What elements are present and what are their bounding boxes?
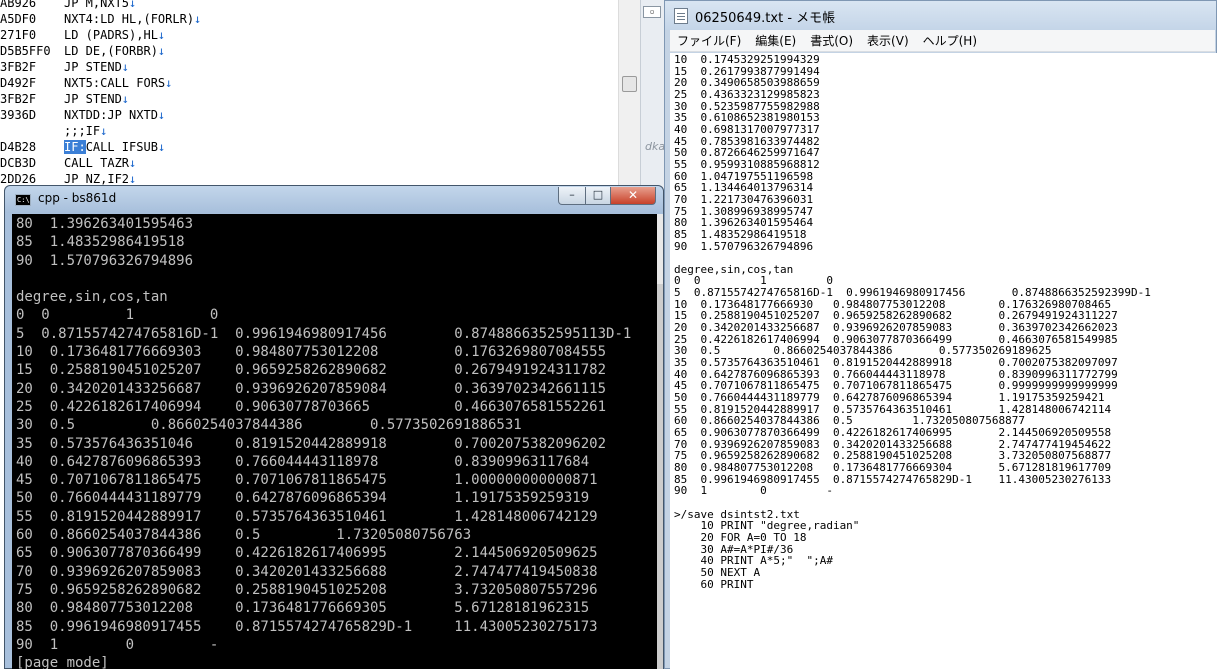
console-titlebar[interactable]: C:\ cpp - bs861d – □ ✕ — [5, 186, 663, 213]
line-arrow: ↓ — [100, 124, 108, 138]
line-arrow: ↓ — [157, 44, 166, 58]
line-arrow: ↓ — [129, 156, 137, 170]
line-arrow: ↓ — [129, 172, 137, 186]
console-output: 80 1.396263401595463 85 1.48352986419518… — [16, 216, 632, 669]
code-line: AB926 JP M,NXT5↓ — [0, 0, 136, 11]
code-line: D4B28 IF:CALL IFSUB↓ — [0, 140, 166, 154]
line-arrow: ↓ — [194, 12, 202, 26]
notepad-menubar: ファイル(F) 編集(E) 書式(O) 表示(V) ヘルプ(H) — [670, 30, 1215, 52]
line-arrow: ↓ — [129, 0, 137, 10]
console-screen[interactable]: 80 1.396263401595463 85 1.48352986419518… — [12, 214, 657, 669]
window-icon: ▫ — [643, 6, 661, 18]
code-line: 3936D NXTDD:JP NXTD↓ — [0, 108, 166, 122]
code-line: A5DF0 NXT4:LD HL,(FORLR)↓ — [0, 12, 202, 26]
text-fragment: dka — [645, 140, 666, 153]
code-line: ;;;IF↓ — [64, 124, 108, 138]
line-arrow: ↓ — [157, 108, 166, 122]
minimize-button[interactable]: – — [558, 187, 586, 205]
console-icon: C:\ — [15, 194, 31, 206]
line-arrow: ↓ — [157, 28, 166, 42]
console-scrollbar-thumb[interactable] — [657, 284, 663, 669]
notepad-titlebar[interactable]: 06250649.txt - メモ帳 — [665, 1, 1216, 30]
notepad-text-area[interactable]: 10 0.1745329251994329 15 0.2617993877991… — [670, 53, 1217, 669]
menu-format[interactable]: 書式(O) — [803, 30, 860, 52]
menu-help[interactable]: ヘルプ(H) — [916, 30, 984, 52]
console-scrollbar[interactable] — [657, 214, 663, 669]
line-arrow: ↓ — [121, 60, 130, 74]
notepad-icon — [674, 8, 688, 24]
code-line: D5B5FF0 LD DE,(FORBR)↓ — [0, 44, 166, 58]
code-line: DCB3D CALL TAZR↓ — [0, 156, 137, 170]
notepad-content[interactable]: 10 0.1745329251994329 15 0.2617993877991… — [674, 54, 1151, 590]
console-window: C:\ cpp - bs861d – □ ✕ 80 1.396263401595… — [4, 185, 664, 669]
code-line: D492F NXT5:CALL FORS↓ — [0, 76, 173, 90]
line-arrow: ↓ — [157, 140, 166, 154]
notepad-window: 06250649.txt - メモ帳 ファイル(F) 編集(E) 書式(O) 表示(V… — [664, 0, 1217, 669]
console-title: cpp - bs861d — [38, 191, 117, 205]
close-button[interactable]: ✕ — [610, 187, 656, 205]
line-arrow: ↓ — [121, 92, 130, 106]
menu-edit[interactable]: 編集(E) — [748, 30, 803, 52]
code-line: 271F0 LD (PADRS),HL↓ — [0, 28, 166, 42]
line-arrow: ↓ — [165, 76, 173, 90]
menu-file[interactable]: ファイル(F) — [670, 30, 748, 52]
scrollbar-thumb[interactable] — [622, 76, 637, 92]
code-line: 3FB2F JP STEND↓ — [0, 60, 130, 74]
code-line: 3FB2F JP STEND↓ — [0, 92, 130, 106]
notepad-title: 06250649.txt - メモ帳 — [695, 11, 836, 26]
menu-view[interactable]: 表示(V) — [860, 30, 916, 52]
maximize-button[interactable]: □ — [585, 187, 611, 205]
selected-label[interactable]: IF: — [64, 140, 86, 154]
